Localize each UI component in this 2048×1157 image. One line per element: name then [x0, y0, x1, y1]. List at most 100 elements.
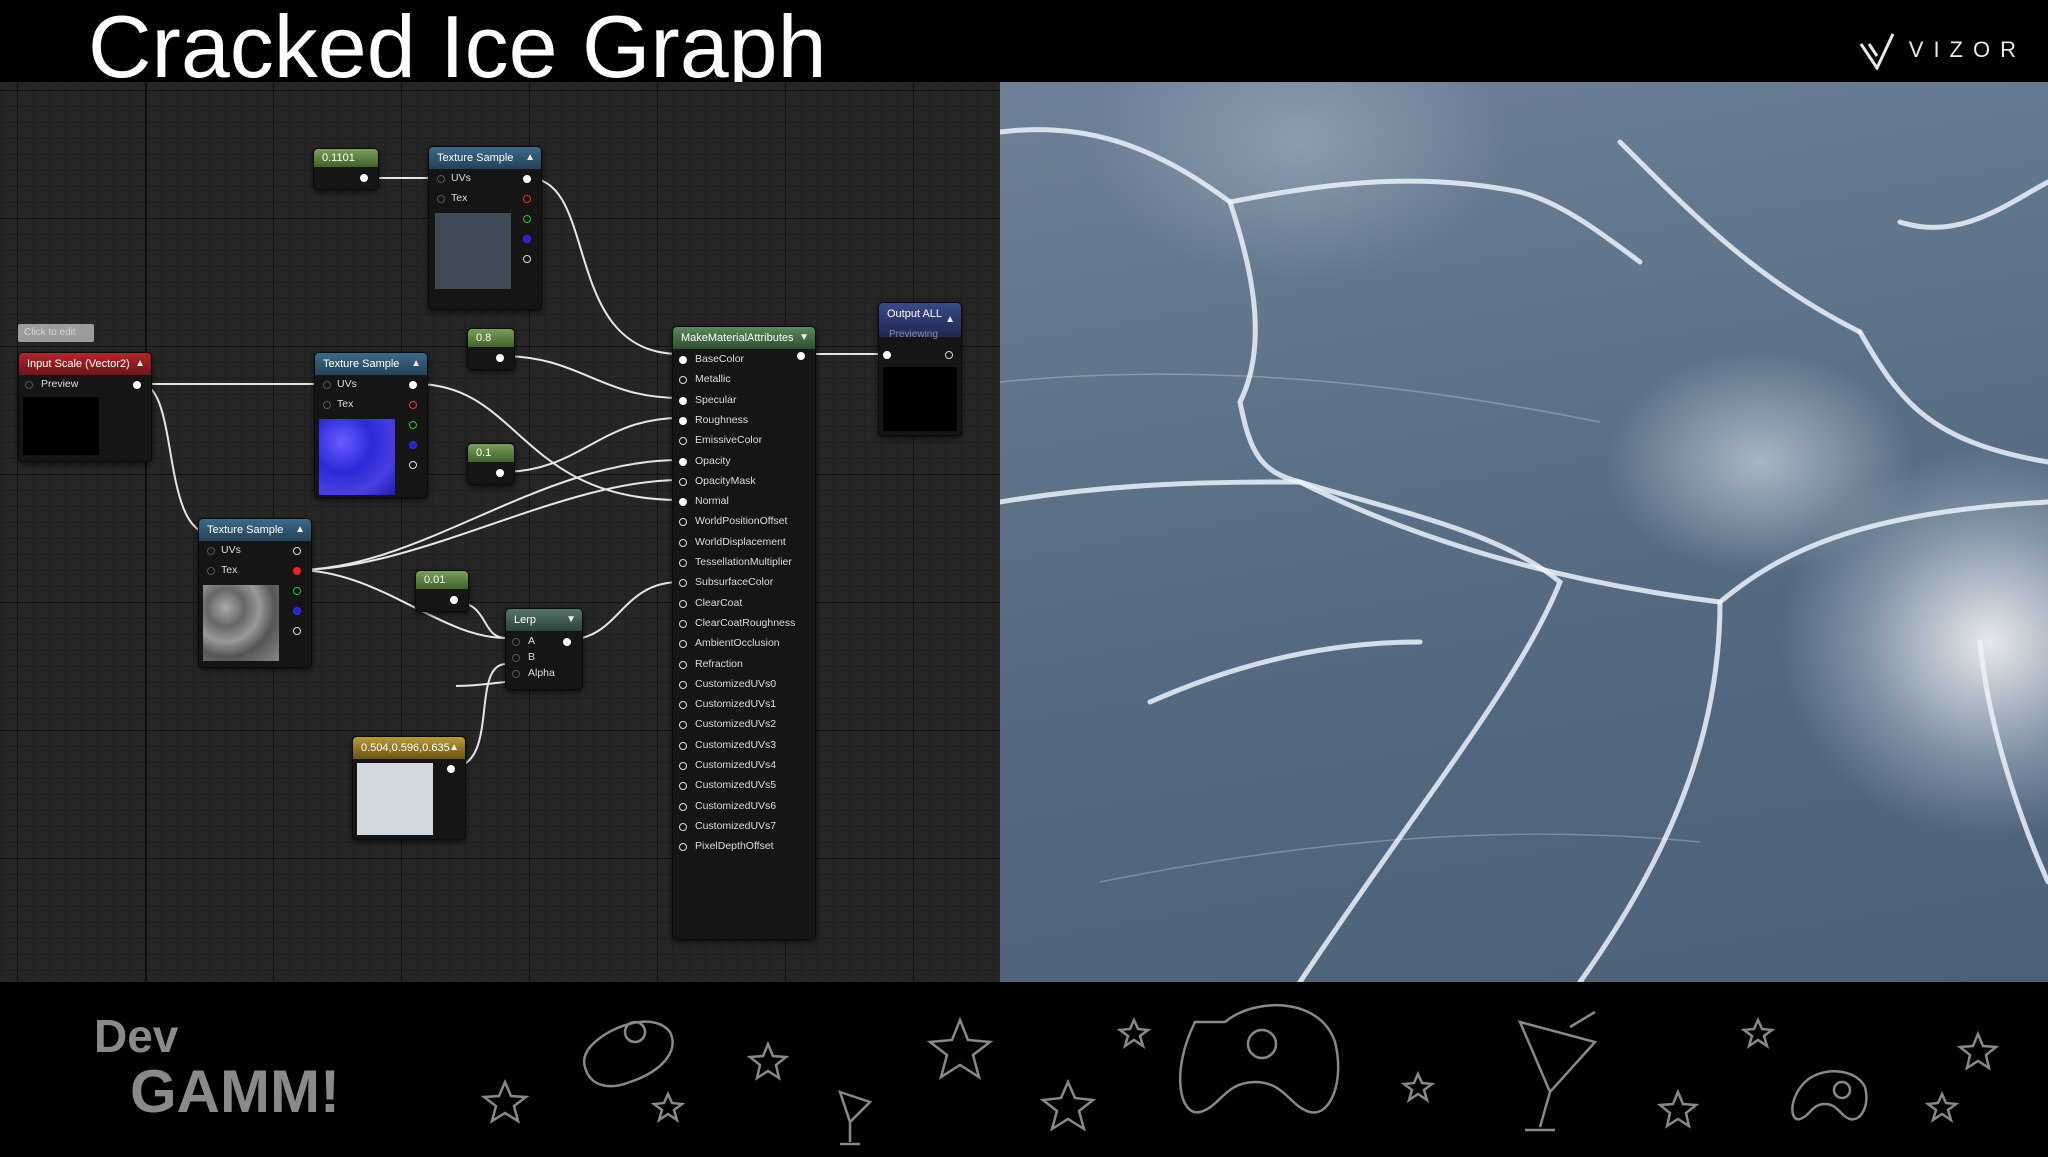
uvs-input-pin[interactable] [437, 175, 445, 183]
collapse-icon[interactable]: ▼ [799, 327, 809, 349]
tex-input-pin[interactable] [437, 195, 445, 203]
output-pin[interactable] [450, 596, 458, 604]
vizor-logo: VIZOR [1859, 26, 2026, 74]
material-input-pin[interactable] [679, 640, 687, 649]
collapse-icon[interactable]: ▲ [945, 309, 955, 331]
node-title: Output ALL [887, 308, 943, 320]
collapse-icon[interactable]: ▲ [295, 519, 305, 541]
material-graph-panel[interactable]: Click to edit 0.1101 Texture Sample ▲ UVs… [0, 82, 1000, 982]
texture-sample-node-cracks[interactable]: Texture Sample ▲ UVs Tex [198, 518, 312, 668]
footer-banner: Dev GAMM! [0, 982, 2048, 1152]
material-input-pin[interactable] [679, 376, 687, 385]
rgb-output-pin[interactable] [523, 175, 531, 183]
material-input-pin[interactable] [679, 701, 687, 710]
collapse-icon[interactable]: ▲ [525, 147, 535, 169]
pin-label-clearcoatroughness: ClearCoatRoughness [695, 616, 796, 629]
tex-input-pin[interactable] [207, 567, 215, 575]
rgb-output-pin[interactable] [293, 547, 301, 555]
material-input-pin[interactable] [679, 579, 687, 588]
collapse-icon[interactable]: ▲ [449, 737, 459, 759]
material-input-pin[interactable] [679, 457, 687, 466]
material-input-pin[interactable] [679, 762, 687, 770]
color-constant-node[interactable]: 0.504,0.596,0.635 ▲ [352, 736, 466, 840]
preview-swatch [23, 397, 99, 455]
pin-label-roughness: Roughness [695, 413, 749, 426]
output-pin[interactable] [133, 381, 141, 389]
r-output-pin[interactable] [293, 567, 301, 575]
rgb-output-pin[interactable] [409, 381, 417, 389]
material-input-pin[interactable] [679, 538, 687, 547]
material-input-pin[interactable] [679, 416, 687, 425]
material-input-pin[interactable] [679, 822, 687, 831]
constant-value: 0.1 [468, 444, 514, 462]
input-pin[interactable] [883, 351, 891, 359]
material-input-pin[interactable] [679, 599, 687, 608]
material-input-pin[interactable] [679, 802, 687, 811]
preview-input-pin[interactable] [25, 381, 33, 389]
pin-label-opacitymask: OpacityMask [695, 474, 756, 487]
material-input-pin[interactable] [679, 559, 687, 567]
texture-sample-node-top[interactable]: Texture Sample ▲ UVs Tex [428, 146, 542, 310]
material-input-pin[interactable] [679, 356, 687, 364]
output-pin[interactable] [447, 765, 455, 773]
pin-label-tex: Tex [221, 564, 238, 576]
constant-node-001[interactable]: 0.01 [415, 570, 469, 612]
constant-node-01[interactable]: 0.1 [467, 443, 515, 485]
material-input-pin[interactable] [679, 782, 687, 791]
material-input-pin[interactable] [679, 437, 687, 446]
alpha-input-pin[interactable] [512, 670, 520, 678]
texture-sample-node-normal[interactable]: Texture Sample ▲ UVs Tex [314, 352, 428, 498]
material-input-pin[interactable] [679, 477, 687, 486]
click-to-edit-button[interactable]: Click to edit [18, 324, 94, 342]
node-title: MakeMaterialAttributes [681, 332, 794, 344]
b-output-pin[interactable] [293, 607, 301, 615]
uvs-input-pin[interactable] [207, 547, 215, 555]
output-pin[interactable] [945, 351, 953, 359]
tex-input-pin[interactable] [323, 401, 331, 409]
uvs-input-pin[interactable] [323, 381, 331, 389]
star-icon [650, 1090, 686, 1123]
node-title: Texture Sample [323, 358, 400, 370]
material-input-pin[interactable] [679, 619, 687, 628]
pin-label-uvs: UVs [337, 378, 357, 390]
output-pin[interactable] [360, 174, 368, 182]
gamepad-icon [1178, 1004, 1340, 1114]
g-output-pin[interactable] [523, 215, 531, 223]
texture-preview [435, 213, 511, 289]
material-input-pin[interactable] [679, 518, 687, 527]
material-input-pin[interactable] [679, 498, 687, 507]
material-output-pin[interactable] [797, 352, 805, 360]
material-input-pin[interactable] [679, 843, 687, 852]
output-pin[interactable] [496, 354, 504, 362]
constant-node-01101[interactable]: 0.1101 [313, 148, 379, 190]
b-output-pin[interactable] [409, 441, 417, 449]
output-pin[interactable] [563, 638, 571, 646]
footer-decor: Dev GAMM! [94, 1004, 2000, 1146]
a-input-pin[interactable] [512, 638, 520, 646]
b-output-pin[interactable] [523, 235, 531, 243]
g-output-pin[interactable] [293, 587, 301, 595]
material-input-pin[interactable] [679, 741, 687, 750]
material-input-pin[interactable] [679, 660, 687, 669]
a-output-pin[interactable] [409, 461, 417, 469]
r-output-pin[interactable] [523, 195, 531, 203]
a-output-pin[interactable] [293, 627, 301, 635]
r-output-pin[interactable] [409, 401, 417, 409]
input-scale-node[interactable]: Input Scale (Vector2) ▲ Preview [18, 352, 152, 462]
a-output-pin[interactable] [523, 255, 531, 263]
pin-label-customizeduvs2: CustomizedUVs2 [695, 718, 777, 731]
star-icon [480, 1078, 530, 1124]
output-all-node[interactable]: Output ALL ▲ Previewing [878, 302, 962, 436]
collapse-icon[interactable]: ▲ [135, 353, 145, 375]
material-input-pin[interactable] [679, 721, 687, 730]
lerp-node[interactable]: Lerp ▼ A B Alpha [505, 608, 583, 690]
g-output-pin[interactable] [409, 421, 417, 429]
material-input-pin[interactable] [679, 680, 687, 689]
output-pin[interactable] [496, 469, 504, 477]
material-input-pin[interactable] [679, 396, 687, 405]
collapse-icon[interactable]: ▼ [566, 609, 576, 631]
constant-node-08[interactable]: 0.8 [467, 328, 515, 370]
collapse-icon[interactable]: ▲ [411, 353, 421, 375]
b-input-pin[interactable] [512, 654, 520, 662]
make-material-attributes-node[interactable]: MakeMaterialAttributes ▼ BaseColor Metalli… [672, 326, 816, 940]
